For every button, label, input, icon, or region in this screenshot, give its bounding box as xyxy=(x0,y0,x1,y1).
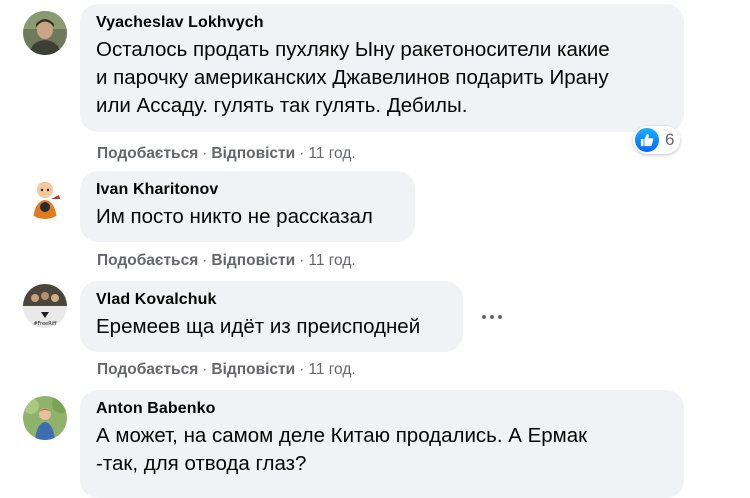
reply-button[interactable]: Відповісти xyxy=(211,361,295,378)
comment-timestamp[interactable]: 11 год. xyxy=(308,361,355,378)
comment-actions: Подобається · Відповісти · 11 год. xyxy=(97,145,356,163)
comment-text-line: А может, на самом деле Китаю продались. … xyxy=(96,424,588,447)
comment-text-line: -так, для отвода глаз? xyxy=(96,452,307,475)
comment-text-line: Еремеев ща идёт из преисподней xyxy=(96,315,421,338)
comment-bubble: Ivan Kharitonov Им посто никто не расска… xyxy=(80,171,415,242)
avatar-cartoon-icon xyxy=(23,175,67,219)
reactions-summary[interactable]: 6 xyxy=(633,126,681,154)
separator: · xyxy=(202,145,208,162)
reply-button[interactable]: Відповісти xyxy=(211,252,295,269)
comment-bubble: Vlad Kovalchuk Еремеев ща идёт из преисп… xyxy=(80,281,463,352)
comment-timestamp[interactable]: 11 год. xyxy=(308,145,355,162)
comment-text: Осталось продать пухляку Ыну ракетоносит… xyxy=(96,36,668,120)
comment-bubble: Anton Babenko А может, на самом деле Кит… xyxy=(80,390,684,498)
separator: · xyxy=(299,145,305,162)
avatar[interactable]: #FreeRiff xyxy=(23,284,67,328)
avatar-caption: #FreeRiff xyxy=(33,321,57,327)
comment-text: Еремеев ща идёт из преисподней xyxy=(96,313,447,341)
comment-text: А может, на самом деле Китаю продались. … xyxy=(96,422,668,478)
like-button[interactable]: Подобається xyxy=(97,361,198,378)
comment-actions: Подобається · Відповісти · 11 год. xyxy=(97,361,356,379)
comment-text-line: Осталось продать пухляку Ыну ракетоносит… xyxy=(96,38,610,61)
avatar[interactable] xyxy=(23,175,67,219)
avatar-photo-icon: #FreeRiff xyxy=(23,284,67,328)
separator: · xyxy=(299,361,305,378)
comment-text-line: и парочку американских Джавелинов подари… xyxy=(96,66,609,89)
reaction-count: 6 xyxy=(665,130,675,149)
comment-text-line: или Ассаду. гулять так гулять. Дебилы. xyxy=(96,94,468,117)
more-options-icon[interactable] xyxy=(474,299,510,335)
like-button[interactable]: Подобається xyxy=(97,252,198,269)
comment-bubble: Vyacheslav Lokhvych Осталось продать пух… xyxy=(80,4,684,132)
separator: · xyxy=(202,361,208,378)
separator: · xyxy=(202,252,208,269)
like-button[interactable]: Подобається xyxy=(97,145,198,162)
like-icon xyxy=(635,128,659,152)
comment-timestamp[interactable]: 11 год. xyxy=(308,252,355,269)
comment-author[interactable]: Vlad Kovalchuk xyxy=(96,291,447,309)
comment-text: Им посто никто не рассказал xyxy=(96,203,399,231)
separator: · xyxy=(299,252,305,269)
comment-actions: Подобається · Відповісти · 11 год. xyxy=(97,252,356,270)
avatar-photo-icon xyxy=(23,11,67,55)
comment-text-line: Им посто никто не рассказал xyxy=(96,205,373,228)
comment-author[interactable]: Vyacheslav Lokhvych xyxy=(96,14,668,32)
avatar[interactable] xyxy=(23,396,67,440)
reply-button[interactable]: Відповісти xyxy=(211,145,295,162)
comment-author[interactable]: Anton Babenko xyxy=(96,400,668,418)
comment-author[interactable]: Ivan Kharitonov xyxy=(96,181,399,199)
avatar-photo-icon xyxy=(23,396,67,440)
avatar[interactable] xyxy=(23,11,67,55)
